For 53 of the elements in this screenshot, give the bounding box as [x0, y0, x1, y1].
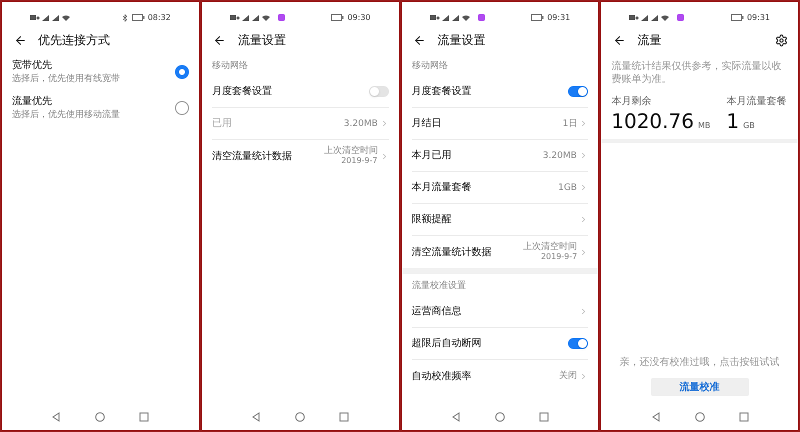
- setting-label: 月度套餐设置: [412, 84, 472, 99]
- section-header: 移动网络: [212, 60, 248, 72]
- recents-nav-icon[interactable]: [538, 412, 549, 422]
- stat-label: 本月剩余: [611, 94, 652, 109]
- setting-row[interactable]: 运营商信息: [412, 296, 588, 328]
- toggle-switch[interactable]: [568, 338, 588, 349]
- page-title: 流量: [637, 32, 662, 49]
- settings-icon[interactable]: [775, 34, 788, 46]
- back-nav-icon[interactable]: [650, 412, 661, 422]
- recents-nav-icon[interactable]: [139, 412, 150, 422]
- stat-unit: MB: [698, 120, 710, 132]
- radio-option[interactable]: 流量优先 选择后，优先使用移动流量: [12, 90, 189, 126]
- battery-icon: [730, 14, 744, 21]
- status-time: 08:32: [148, 14, 171, 22]
- setting-row[interactable]: 本月已用 3.20MB: [412, 140, 588, 172]
- setting-row[interactable]: 限额提醒: [412, 204, 588, 236]
- setting-row[interactable]: 自动校准频率 关闭: [412, 360, 588, 392]
- stat-unit: GB: [743, 120, 755, 132]
- page-title: 优先连接方式: [38, 32, 111, 49]
- battery-icon: [331, 14, 344, 21]
- section-header: 移动网络: [412, 60, 448, 72]
- home-nav-icon[interactable]: [295, 412, 306, 422]
- toggle-switch[interactable]: [368, 86, 388, 97]
- home-nav-icon[interactable]: [694, 412, 705, 422]
- recents-nav-icon[interactable]: [738, 412, 749, 422]
- setting-label: 超限后自动断网: [412, 336, 482, 351]
- status-time: 09:31: [547, 14, 570, 22]
- battery-icon: [132, 14, 145, 21]
- setting-row[interactable]: 清空流量统计数据 上次清空时间 2019-9-7: [412, 236, 588, 268]
- page-title: 流量设置: [238, 32, 287, 49]
- status-time: 09:30: [347, 14, 370, 22]
- stat-value: 1020.76: [611, 109, 694, 133]
- stat-value: 1: [726, 109, 740, 133]
- setting-label: 月度套餐设置: [212, 84, 272, 99]
- status-time: 09:31: [746, 14, 770, 22]
- calibration-message: 亲，还没有校准过哦，点击按钮试试: [620, 356, 780, 370]
- setting-row[interactable]: 本月流量套餐 1GB: [412, 172, 588, 204]
- setting-row[interactable]: 月结日 1日: [412, 108, 588, 140]
- disclaimer-text: 流量统计结果仅供参考，实际流量以收费账单为准。: [610, 60, 782, 86]
- calibrate-button[interactable]: 流量校准: [650, 378, 749, 396]
- page-title: 流量设置: [438, 32, 486, 49]
- home-nav-icon[interactable]: [95, 412, 106, 422]
- recents-nav-icon[interactable]: [339, 412, 350, 422]
- back-nav-icon[interactable]: [251, 412, 262, 422]
- setting-row[interactable]: 清空流量统计数据 上次清空时间 2019-9-7: [212, 140, 388, 172]
- toggle-switch[interactable]: [568, 86, 588, 97]
- back-nav-icon[interactable]: [450, 412, 461, 422]
- back-nav-icon[interactable]: [51, 412, 62, 422]
- section-header: 流量校准设置: [412, 280, 466, 292]
- battery-icon: [531, 14, 544, 21]
- home-nav-icon[interactable]: [494, 412, 505, 422]
- stat-label: 本月流量套餐: [726, 94, 786, 109]
- radio-option[interactable]: 宽带优先 选择后，优先使用有线宽带: [12, 54, 189, 90]
